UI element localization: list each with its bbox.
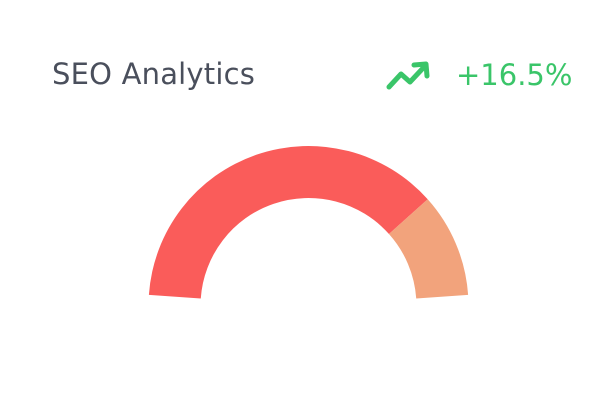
seo-analytics-card: SEO Analytics +16.5% xyxy=(0,0,616,414)
gauge-segment-1 xyxy=(148,146,428,299)
semicircle-gauge xyxy=(148,146,469,299)
